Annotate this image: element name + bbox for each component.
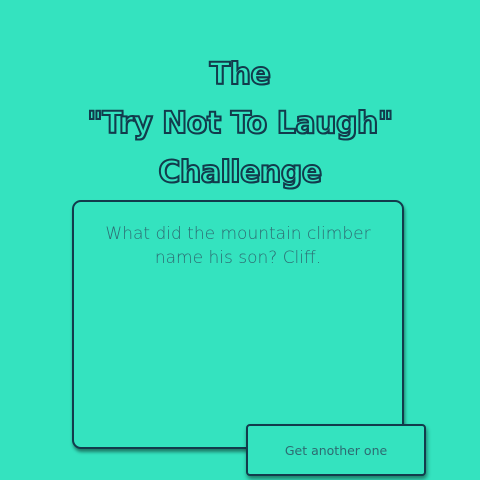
title-line-3: Challenge bbox=[157, 154, 323, 191]
page-title: The "Try Not To Laugh" Challenge bbox=[0, 50, 480, 197]
title-line-1: The bbox=[209, 56, 272, 93]
joke-text: What did the mountain climber name his s… bbox=[105, 224, 371, 268]
get-another-joke-button[interactable]: Get another one bbox=[246, 424, 426, 476]
title-line-2: "Try Not To Laugh" bbox=[86, 105, 394, 142]
joke-card: What did the mountain climber name his s… bbox=[72, 200, 404, 449]
